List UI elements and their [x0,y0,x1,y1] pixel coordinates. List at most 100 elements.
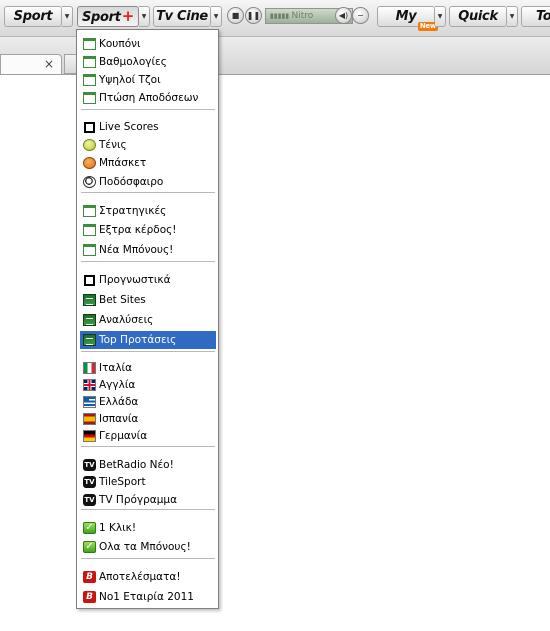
menu-item-label: Ολα τα Μπόνους! [99,541,191,553]
box-icon [84,275,95,286]
menu-item[interactable]: TV TV Πρόγραμμα [80,491,216,509]
menu-item[interactable]: Προγνωστικά [80,271,216,289]
menu-item[interactable]: ✓ 1 Κλικ! [80,519,216,537]
menu-item-label: Αναλύσεις [99,314,154,326]
my-button[interactable]: My New [377,6,438,31]
volume-minus-icon[interactable]: − [352,7,369,24]
b-logo-icon: B [83,591,96,603]
menu-item[interactable]: Ιταλία [80,359,216,377]
menu-item[interactable]: Bet Sites [80,291,216,309]
menu-item-label: Προγνωστικά [99,274,171,286]
menu-item-label: Πτώση Αποδόσεων [99,92,199,104]
menu-item-label: TV Πρόγραμμα [99,494,178,506]
menu-item[interactable]: Πτώση Αποδόσεων [80,89,216,107]
calendar-icon [83,38,96,50]
menu-item[interactable]: Στρατηγικές [80,202,216,220]
italy-flag-icon [83,362,96,374]
menu-item-label: Ισπανία [99,413,139,425]
sport-plus-button[interactable]: Sport+ [77,6,139,27]
menu-item[interactable]: ✓ Ολα τα Μπόνους! [80,538,216,556]
menu-item[interactable]: Γερμανία [80,427,216,445]
station-name: Nitro [291,11,314,21]
b-logo-icon: B [83,571,96,583]
menu-item[interactable]: Τένις [80,136,216,154]
menu-item[interactable]: Μπάσκετ [80,154,216,172]
sport-dropdown-arrow[interactable]: ▼ [62,6,73,27]
spreadsheet-icon [83,294,96,306]
menu-item[interactable]: B Νο1 Εταιρία 2011 [80,588,216,606]
menu-item[interactable]: Κουπόνι [80,35,216,53]
sport-button-label: Sport [13,9,53,24]
menu-item-label: Στρατηγικές [99,205,167,217]
menu-item[interactable]: Εξτρα κέρδος! [80,221,216,239]
menu-item[interactable]: Live Scores [80,118,216,136]
menu-separator [81,509,215,510]
menu-item[interactable]: Αγγλία [80,376,216,394]
quick-button[interactable]: Quick [449,6,507,27]
menu-item-label: Ελλάδα [99,396,139,408]
spain-flag-icon [83,413,96,425]
menu-item[interactable]: B Αποτελέσματα! [80,568,216,586]
sport-plus-dropdown-menu: Κουπόνι Βαθμολογίες Υψηλοί Τζοι Πτώση Αποδό… [76,29,219,609]
tv-icon: TV [83,459,96,471]
to-button[interactable]: To [521,6,550,27]
menu-item-label: Νέα Μπόνους! [99,244,174,256]
menu-item[interactable]: TV TileSport [80,473,216,491]
menu-item[interactable]: Ελλάδα [80,393,216,411]
tennis-ball-icon [83,139,96,151]
menu-item[interactable]: TV BetRadio Νέο! [80,456,216,474]
menu-item-label: Μπάσκετ [99,157,147,169]
menu-item-label: 1 Κλικ! [99,522,137,534]
calendar-icon [83,74,96,86]
menu-item-label: Υψηλοί Τζοι [99,74,161,86]
spreadsheet-icon [83,314,96,326]
menu-item[interactable]: Υψηλοί Τζοι [80,71,216,89]
box-icon [84,122,95,133]
calendar-icon [83,92,96,104]
quick-dropdown-arrow[interactable]: ▼ [507,6,518,27]
tv-cine-label: Tv Cine [156,9,208,24]
volume-icon[interactable]: ◀) [335,7,352,24]
calendar-icon [83,224,96,236]
germany-flag-icon [83,430,96,442]
stop-icon[interactable]: ■ [227,7,244,24]
my-dropdown-arrow[interactable]: ▼ [435,6,446,27]
menu-item[interactable]: Ποδόσφαιρο [80,173,216,191]
menu-separator [81,261,215,262]
sport-plus-dropdown-arrow[interactable]: ▼ [139,6,150,27]
menu-item-label: Κουπόνι [99,38,141,50]
basketball-icon [83,157,96,169]
calendar-icon [83,244,96,256]
tv-icon: TV [83,494,96,506]
menu-item-label: BetRadio Νέο! [99,459,174,471]
menu-item[interactable]: Νέα Μπόνους! [80,241,216,259]
uk-flag-icon [83,379,96,391]
menu-item-label: Ποδόσφαιρο [99,176,164,188]
calendar-icon [83,56,96,68]
menu-item[interactable]: Ισπανία [80,410,216,428]
greece-flag-icon [83,396,96,408]
calendar-icon [83,205,96,217]
menu-separator [81,558,215,559]
plus-icon: + [121,7,135,25]
menu-item[interactable]: Αναλύσεις [80,311,216,329]
pause-icon[interactable]: ❚❚ [245,7,262,24]
to-button-label: To [536,9,550,24]
browser-tab[interactable]: × [0,54,62,74]
checkmark-icon: ✓ [83,541,96,553]
menu-item[interactable]: Βαθμολογίες [80,53,216,71]
close-icon[interactable]: × [44,56,54,72]
quick-button-label: Quick [458,9,498,24]
my-button-label: My [395,9,417,24]
menu-separator [81,192,215,193]
menu-item-label: Νο1 Εταιρία 2011 [99,591,194,603]
sport-button[interactable]: Sport [4,6,62,27]
tv-cine-button[interactable]: Tv Cine [153,6,211,27]
tv-cine-dropdown-arrow[interactable]: ▼ [211,6,222,27]
soccer-ball-icon [83,176,96,188]
menu-item-label: Ιταλία [99,362,133,374]
menu-item-label: Τένις [99,139,127,151]
menu-item[interactable]: Top Προτάσεις [80,331,216,349]
menu-item-label: Εξτρα κέρδος! [99,224,177,236]
sport-plus-label: Sport [81,10,121,25]
